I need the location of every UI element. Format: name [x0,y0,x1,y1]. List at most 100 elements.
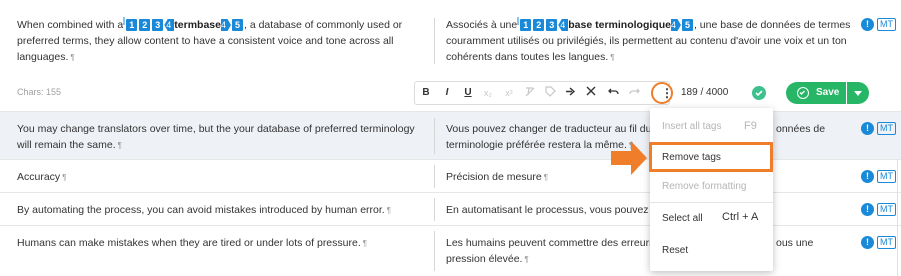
tag-start-marker [517,17,520,25]
info-badge[interactable]: ! [861,18,874,31]
inline-tag-1[interactable]: 1 [126,19,138,31]
pilcrow-mark: ¶ [386,206,391,215]
save-dropdown-caret[interactable] [847,82,869,104]
target-text-part: terminologie préférée restera la même. [446,139,627,151]
segment-row-active[interactable]: When combined with a 1 2 3 4 termbase4 5, a da… [0,0,901,112]
redo-icon[interactable] [627,86,641,100]
inline-tag-1[interactable]: 1 [520,19,532,31]
inline-tag-2[interactable]: 2 [139,19,151,31]
info-badge[interactable]: ! [861,236,874,249]
mt-badge[interactable]: MT [877,18,896,31]
source-text-part: By automating the process, you can avoid… [17,204,385,216]
subscript-button[interactable]: x₂ [481,86,495,100]
column-divider [434,198,435,221]
tag-start-marker [123,17,126,25]
segment-badges: ! MT [861,203,896,216]
source-text: Humans can make mistakes when they are t… [17,235,422,252]
target-text-line2: pression élevée. ¶ [446,251,529,268]
clear-format-icon[interactable] [523,86,537,100]
more-vertical-icon: ⋮ [661,86,673,100]
column-divider [434,231,435,271]
target-text-part: Les humains peuvent commettre des erreur… [446,237,660,249]
info-badge[interactable]: ! [861,170,874,183]
shortcut-label: Ctrl + A [722,211,759,223]
inline-tag-5[interactable]: 5 [231,19,243,31]
menu-item-select-all[interactable]: Select all [662,213,703,224]
mt-badge[interactable]: MT [877,236,896,249]
undo-icon[interactable] [606,86,620,100]
inline-tag-4-close[interactable]: 4 [220,19,231,31]
annotation-arrow-icon [611,141,647,175]
target-text-part: Vous pouvez changer de traducteur au fil… [446,123,664,135]
pilcrow-mark: ¶ [117,141,122,150]
pilcrow-mark: ¶ [543,173,549,182]
pilcrow-mark: ¶ [70,53,75,62]
menu-divider [650,202,773,203]
inline-tag-4-close[interactable]: 4 [670,19,681,31]
bold-button[interactable]: B [419,86,433,100]
more-options-button[interactable]: ⋮ [651,82,673,104]
segment-badges: ! MT [861,122,896,135]
inline-tag-4-open[interactable]: 4 [164,19,175,31]
source-text-part: You may change translators over time, bu… [17,123,415,151]
source-text-part: Accuracy [17,171,61,183]
pilcrow-mark: ¶ [362,239,368,248]
target-text-tail: onnées de [776,123,826,135]
target-text-part: Précision de mesure [446,171,542,183]
info-badge[interactable]: ! [861,122,874,135]
save-button[interactable]: Save [786,82,846,104]
menu-item-reset[interactable]: Reset [662,245,688,256]
confirmed-check-icon [752,86,766,100]
source-text: By automating the process, you can avoid… [17,202,422,219]
chars-count: Chars: 155 [17,87,62,97]
pilcrow-mark: ¶ [610,53,615,62]
mt-badge[interactable]: MT [877,203,896,216]
column-divider [434,118,435,154]
target-text-editor[interactable]: Associés à une 1 2 3 4 base terminologique4 5,… [446,17,851,66]
check-circle-icon [797,87,809,99]
inline-tag-5[interactable]: 5 [681,19,693,31]
segment-badges: ! MT [861,18,896,31]
italic-button[interactable]: I [440,86,454,100]
mt-badge[interactable]: MT [877,122,896,135]
bold-term: termbase [174,19,221,31]
target-text-tail: ous une [776,237,814,249]
source-text: Accuracy ¶ [17,169,422,186]
superscript-button[interactable]: x² [502,86,516,100]
insert-tag-icon[interactable] [563,86,577,100]
bold-term: base terminologique [568,19,671,31]
inline-tag-2[interactable]: 2 [533,19,545,31]
pilcrow-mark: ¶ [524,255,529,264]
save-label: Save [816,87,840,98]
mt-badge[interactable]: MT [877,170,896,183]
inline-tag-4-open[interactable]: 4 [558,19,569,31]
segment-badges: ! MT [861,170,896,183]
source-text: You may change translators over time, bu… [17,121,422,154]
more-options-menu: Insert all tags F9 Remove tags Remove fo… [650,108,773,271]
pilcrow-mark: ¶ [62,173,67,182]
source-text-part: When combined with a [17,19,124,31]
shortcut-label: F9 [744,120,757,132]
highlight-box [649,142,773,172]
char-counter: 189 / 4000 [681,87,729,98]
menu-item-insert-all-tags[interactable]: Insert all tags [662,121,721,132]
column-divider [434,18,435,64]
editor-toolbar: Chars: 155 B I U x₂ x² 189 / 4000 Save [0,76,901,112]
info-badge[interactable]: ! [861,203,874,216]
tag-icon[interactable] [543,86,557,100]
format-toolbar: B I U x₂ x² [414,81,670,105]
inline-tag-3[interactable]: 3 [152,19,164,31]
column-divider [434,165,435,188]
target-text-part: Associés à une [446,19,518,31]
segment-badges: ! MT [861,236,896,249]
source-text-part: Humans can make mistakes when they are t… [17,237,361,249]
close-icon[interactable] [584,86,598,100]
target-text[interactable]: En automatisant le processus, vous pouve… [446,202,851,218]
target-text-part: En automatisant le processus, vous pouve… [446,204,663,216]
target-text-line2: terminologie préférée restera la même.¶ [446,137,633,154]
inline-tag-3[interactable]: 3 [546,19,558,31]
menu-item-remove-formatting[interactable]: Remove formatting [662,181,746,192]
target-text-part: pression élevée. [446,253,523,265]
underline-button[interactable]: U [461,86,475,100]
source-text: When combined with a 1 2 3 4 termbase4 5, a da… [17,17,422,66]
